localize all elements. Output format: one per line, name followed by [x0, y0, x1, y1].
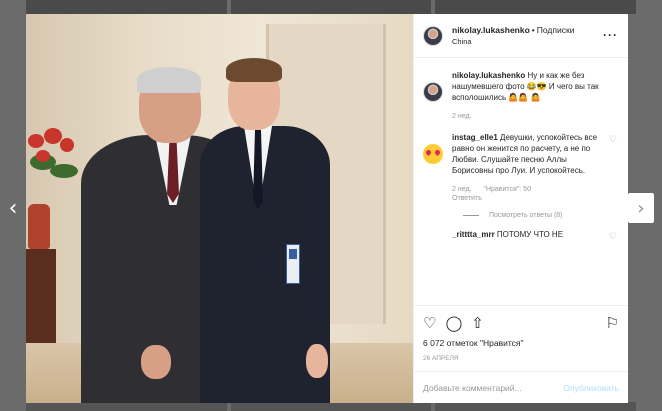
bookmark-icon[interactable]: ⚐ [606, 314, 619, 332]
comment-icon[interactable]: ◯ [445, 314, 462, 332]
comment-body: _ritttta_mrr ПОТОМУ ЧТО НЕ [452, 229, 602, 240]
divider-line [463, 215, 479, 216]
comment-body: instag_elle1 Девушки, успокойтесь все ра… [452, 132, 602, 176]
add-comment-bar: Опубликовать [414, 371, 628, 403]
comment-text: ПОТОМУ ЧТО НЕ [496, 230, 564, 239]
comments-list[interactable]: nikolay.lukashenko Ну и как же без нашум… [414, 58, 628, 305]
comment-username[interactable]: _ritttta_mrr [452, 230, 495, 239]
reply-button[interactable]: Ответить [452, 195, 602, 202]
post-actions: ♡ ◯ ⇧ ⚐ 6 072 отметок "Нравится" 26 апре… [414, 305, 628, 371]
comment-input[interactable] [423, 382, 564, 393]
heart-icon[interactable]: ♡ [423, 314, 436, 332]
background-top-strip [26, 0, 637, 14]
background-bottom-strip [26, 402, 637, 411]
comment-caption: nikolay.lukashenko Ну и как же без нашум… [423, 70, 619, 120]
view-replies-label: Посмотреть ответы (8) [489, 212, 563, 219]
comment-username[interactable]: instag_elle1 [452, 133, 498, 142]
comment-time: 2 нед. [452, 186, 472, 193]
header-line: nikolay.lukashenko • Подписки [452, 25, 574, 35]
header-meta: nikolay.lukashenko • Подписки China [452, 25, 574, 46]
comment-likes[interactable]: "Нравится": 50 [483, 186, 531, 193]
photo-vase [28, 204, 50, 249]
action-icons: ♡ ◯ ⇧ ⚐ [423, 312, 619, 334]
comment-time: 2 нед. [452, 113, 472, 120]
post-modal: nikolay.lukashenko • Подписки China ··· ni… [26, 14, 628, 403]
avatar[interactable] [423, 144, 443, 164]
location-link[interactable]: China [452, 37, 574, 46]
avatar[interactable] [423, 82, 443, 102]
post-sidebar: nikolay.lukashenko • Подписки China ··· ni… [413, 14, 628, 403]
photo-person-right [194, 54, 334, 403]
heart-icon[interactable]: ♡ [609, 134, 617, 145]
chevron-right-icon[interactable]: › [628, 193, 654, 223]
username-link[interactable]: nikolay.lukashenko [452, 25, 530, 35]
chevron-left-icon[interactable]: ‹ [2, 193, 24, 223]
comment-item: instag_elle1 Девушки, успокойтесь все ра… [423, 132, 619, 202]
post-date: 26 апреля [423, 355, 459, 362]
photo-flowers [26, 124, 84, 214]
comment-username[interactable]: nikolay.lukashenko [452, 71, 525, 80]
likes-count[interactable]: 6 072 отметок "Нравится" [423, 338, 619, 348]
heart-icon[interactable]: ♡ [609, 231, 617, 242]
header-separator: • [531, 25, 535, 35]
comment-item: _ritttta_mrr ПОТОМУ ЧТО НЕ ♡ [452, 229, 619, 242]
comment-body: nikolay.lukashenko Ну и как же без нашум… [452, 70, 602, 103]
more-horizontal-icon[interactable]: ··· [603, 28, 618, 42]
comment-meta: 2 нед. [452, 113, 602, 120]
post-photo [26, 14, 413, 403]
share-icon[interactable]: ⇧ [471, 314, 484, 332]
post-header: nikolay.lukashenko • Подписки China ··· [414, 14, 628, 58]
avatar[interactable] [423, 25, 443, 46]
view-replies-button[interactable]: Посмотреть ответы (8) [463, 212, 619, 219]
post-comment-button[interactable]: Опубликовать [563, 383, 619, 393]
comment-meta: 2 нед. "Нравится": 50 Ответить [452, 186, 602, 202]
follow-button[interactable]: Подписки [537, 25, 575, 35]
